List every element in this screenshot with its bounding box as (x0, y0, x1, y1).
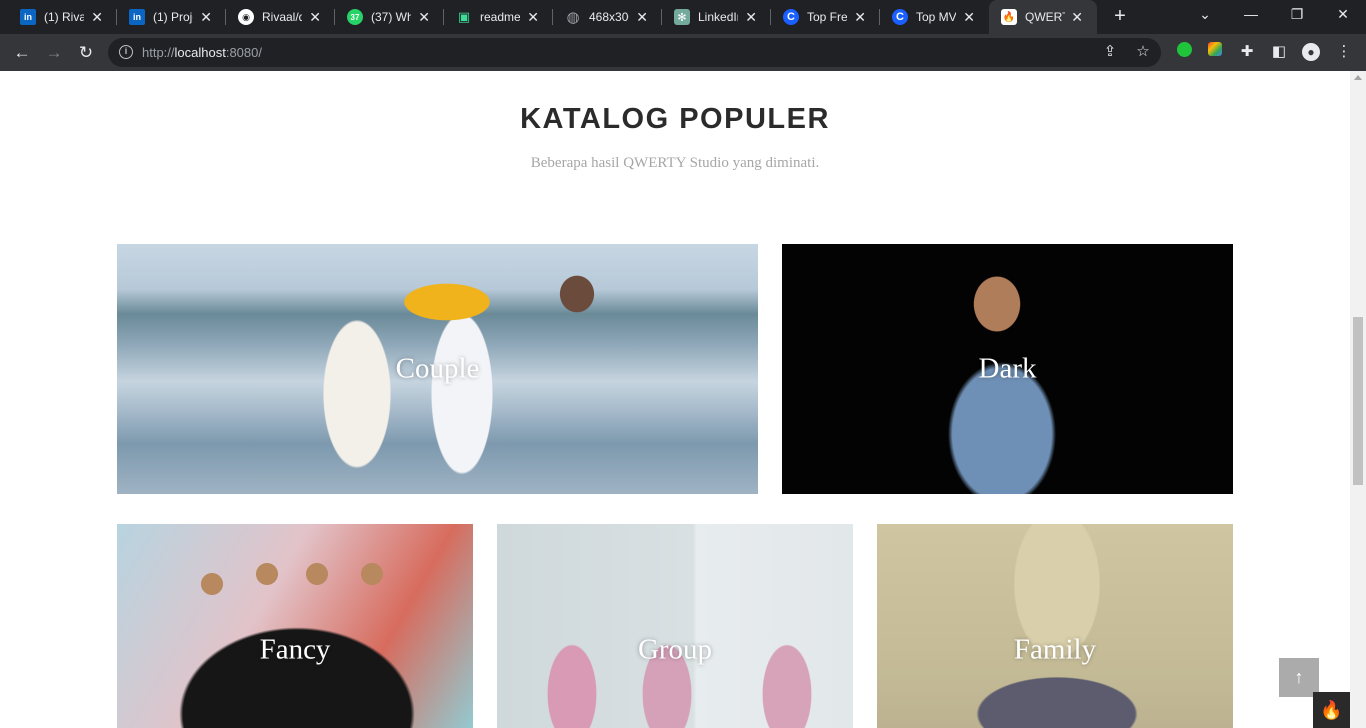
browser-tab[interactable]: in (1) Rivaldo ✕ (0, 0, 117, 34)
catalog-card-label: Fancy (259, 633, 331, 666)
catalog-card-label: Dark (978, 352, 1037, 385)
profile-avatar-icon[interactable]: ● (1301, 42, 1321, 62)
tab-title: QWERTY (1025, 10, 1065, 24)
tab-title: (37) WhatsApp (371, 10, 411, 24)
tab-title: Top Free (807, 10, 847, 24)
close-tab-icon[interactable]: ✕ (418, 9, 430, 26)
address-url: http://localhost:8080/ (142, 45, 262, 60)
tab-search-icon[interactable]: ⌄ (1195, 6, 1215, 23)
browser-tab[interactable]: C Top Free ✕ (771, 0, 880, 34)
catalog-card-label: Family (1013, 633, 1097, 666)
tab-title: 468x300 (589, 10, 629, 24)
close-tab-icon[interactable]: ✕ (636, 9, 648, 26)
bookmark-star-icon[interactable]: ☆ (1134, 43, 1152, 61)
tab-title: readme.so (480, 10, 520, 24)
close-tab-icon[interactable]: ✕ (309, 9, 321, 26)
back-arrow-icon[interactable]: ← (11, 42, 33, 64)
linkedin-icon: in (20, 9, 36, 25)
catalog-card-label: Group (637, 633, 713, 666)
browser-tab[interactable]: ◉ Rivaal/q ✕ (226, 0, 335, 34)
side-panel-icon[interactable]: ◧ (1269, 42, 1289, 62)
restore-icon[interactable]: ❐ (1287, 6, 1307, 23)
close-tab-icon[interactable]: ✕ (200, 9, 212, 26)
share-icon[interactable]: ⇪ (1101, 43, 1119, 61)
new-tab-button[interactable]: + (1109, 5, 1131, 27)
reload-icon[interactable]: ↻ (75, 42, 97, 64)
readme-icon: ▣ (457, 9, 471, 24)
browser-tab[interactable]: ✻ LinkedIn ✕ (662, 0, 771, 34)
extension-green-icon[interactable] (1174, 42, 1194, 62)
close-tab-icon[interactable]: ✕ (91, 9, 103, 26)
tab-title: Top MVC (916, 10, 956, 24)
minimize-icon[interactable]: — (1241, 6, 1261, 22)
catalog-card-group[interactable]: Group (497, 524, 853, 728)
close-tab-icon[interactable]: ✕ (854, 9, 866, 26)
tab-title: (1) Rivaldo (44, 10, 84, 24)
catalog-card-dark[interactable]: Dark (782, 244, 1233, 494)
forward-arrow-icon[interactable]: → (43, 42, 65, 64)
scroll-up-arrow-icon[interactable] (1354, 75, 1362, 80)
menu-kebab-icon[interactable]: ⋮ (1334, 42, 1354, 62)
browser-tab[interactable]: ▣ readme.so ✕ (444, 0, 553, 34)
page-viewport: KATALOG POPULER Beberapa hasil QWERTY St… (0, 71, 1350, 728)
globe-icon: ◍ (566, 9, 580, 26)
tab-title: (1) Projects (153, 10, 193, 24)
close-tab-icon[interactable]: ✕ (745, 9, 757, 26)
browser-tab[interactable]: in (1) Projects ✕ (117, 0, 226, 34)
site-info-icon[interactable]: i (119, 45, 133, 59)
extension-color-icon[interactable] (1205, 42, 1225, 62)
browser-tab[interactable]: C Top MVC ✕ (880, 0, 989, 34)
scrollbar-thumb[interactable] (1353, 317, 1363, 485)
linkedin-icon: in (129, 9, 145, 25)
browser-tab-strip: in (1) Rivaldo ✕ in (1) Projects ✕ ◉ Riv… (0, 0, 1366, 34)
tab-title: LinkedIn (698, 10, 738, 24)
c-logo-icon: C (892, 9, 908, 25)
tab-title: Rivaal/q (262, 10, 302, 24)
browser-tab-active[interactable]: 🔥 QWERTY ✕ (989, 0, 1097, 34)
page-scrollbar[interactable] (1350, 71, 1366, 728)
github-icon: ◉ (238, 9, 254, 25)
address-bar[interactable]: i http://localhost:8080/ ⇪ ☆ (108, 38, 1161, 67)
flame-icon[interactable]: 🔥 (1313, 692, 1350, 728)
flame-icon: 🔥 (1001, 9, 1017, 25)
catalog-card-fancy[interactable]: Fancy (117, 524, 473, 728)
section-subtitle: Beberapa hasil QWERTY Studio yang dimina… (530, 155, 820, 171)
browser-tab[interactable]: 37 (37) WhatsApp ✕ (335, 0, 444, 34)
c-logo-icon: C (783, 9, 799, 25)
openai-icon: ✻ (674, 9, 690, 25)
close-window-icon[interactable]: ✕ (1333, 6, 1353, 23)
whatsapp-icon: 37 (347, 9, 363, 25)
close-tab-icon[interactable]: ✕ (963, 9, 975, 26)
catalog-card-couple[interactable]: Couple (117, 244, 758, 494)
browser-toolbar: ← → ↻ i http://localhost:8080/ ⇪ ☆ ✚ ◧ ●… (0, 34, 1366, 71)
browser-tab[interactable]: ◍ 468x300 ✕ (553, 0, 662, 34)
close-tab-icon[interactable]: ✕ (1071, 9, 1083, 26)
close-tab-icon[interactable]: ✕ (527, 9, 539, 26)
catalog-card-label: Couple (395, 352, 480, 385)
extensions-puzzle-icon[interactable]: ✚ (1237, 42, 1257, 62)
catalog-card-family[interactable]: Family (877, 524, 1233, 728)
section-title: KATALOG POPULER (520, 103, 830, 135)
